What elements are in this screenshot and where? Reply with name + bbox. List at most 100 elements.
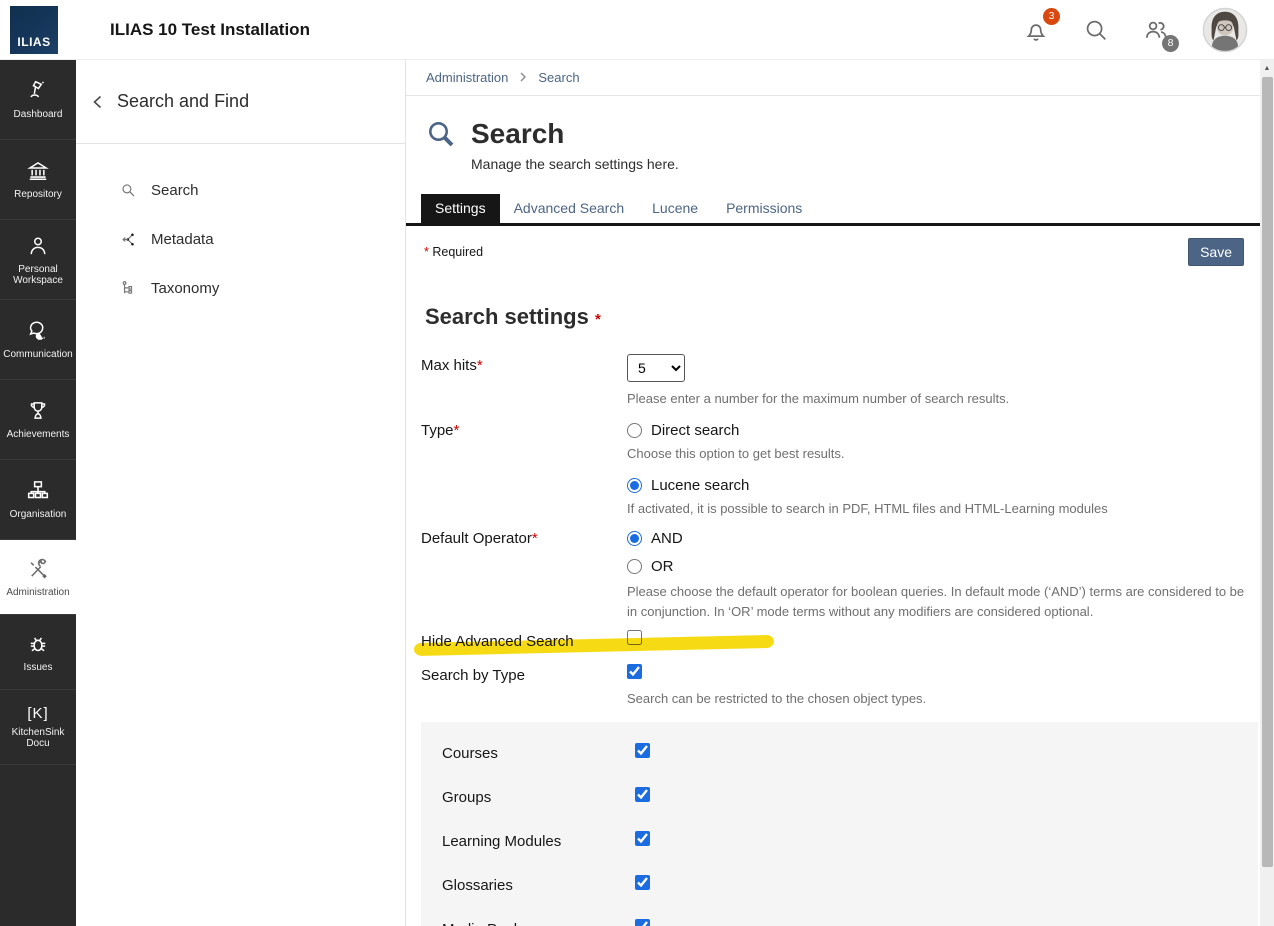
page-header: Search Manage the search settings here. — [406, 96, 1260, 172]
save-button[interactable]: Save — [1188, 238, 1244, 266]
sidebar-item-label: Repository — [14, 189, 62, 201]
slate-item-search[interactable]: Search — [76, 166, 405, 215]
scrollbar-thumb[interactable] — [1262, 77, 1273, 867]
field-search-by-type: Search by Type Search can be restricted … — [421, 664, 1260, 709]
bug-icon — [25, 631, 51, 657]
vertical-scrollbar[interactable]: ▲ — [1260, 60, 1274, 926]
glossaries-checkbox[interactable] — [635, 875, 650, 890]
slate-item-metadata[interactable]: Metadata — [76, 215, 405, 264]
scroll-up-arrow-icon[interactable]: ▲ — [1260, 60, 1274, 76]
and-radio[interactable] — [627, 531, 642, 546]
lucene-search-byline: If activated, it is possible to search i… — [627, 499, 1245, 519]
type-lucene-option[interactable]: Lucene search — [627, 474, 1260, 496]
notifications-button[interactable]: 3 — [1022, 16, 1050, 44]
slate-item-taxonomy[interactable]: Taxonomy — [76, 264, 405, 313]
sidebar-item-label: KitchenSink Docu — [2, 727, 74, 750]
hide-advanced-search-checkbox[interactable] — [627, 630, 642, 645]
dashboard-icon — [25, 78, 51, 104]
object-type-row-media-pools: Media Pools — [421, 907, 1258, 926]
sidebar-item-communication[interactable]: Communication — [0, 300, 76, 380]
tab-bar: Settings Advanced Search Lucene Permissi… — [421, 194, 1260, 223]
max-hits-label: Max hits* — [421, 354, 627, 374]
type-direct-option[interactable]: Direct search — [627, 419, 1260, 441]
glossaries-label: Glossaries — [442, 877, 635, 894]
sidebar-item-kitchensink-docu[interactable]: [K] KitchenSink Docu — [0, 690, 76, 765]
required-note: * Required — [424, 245, 483, 259]
learning-modules-checkbox[interactable] — [635, 831, 650, 846]
breadcrumb-search[interactable]: Search — [538, 70, 579, 85]
search-icon — [1082, 16, 1110, 44]
default-operator-label: Default Operator* — [421, 527, 627, 547]
tab-permissions[interactable]: Permissions — [712, 194, 816, 223]
direct-search-radio[interactable] — [627, 423, 642, 438]
sidebar-item-achievements[interactable]: Achievements — [0, 380, 76, 460]
breadcrumb-chevron-icon — [518, 70, 528, 85]
user-avatar[interactable] — [1202, 7, 1248, 53]
search-small-icon — [119, 181, 138, 200]
sidebar-item-label: Personal Workspace — [2, 264, 74, 287]
sidebar-item-label: Issues — [24, 662, 53, 674]
search-by-type-checkbox[interactable] — [627, 664, 642, 679]
hide-advanced-search-label: Hide Advanced Search — [421, 630, 627, 650]
achievements-icon — [25, 398, 51, 424]
field-type: Type* Direct search Choose this option t… — [421, 419, 1260, 519]
search-by-type-byline: Search can be restricted to the chosen o… — [627, 689, 1245, 709]
repository-icon — [25, 158, 51, 184]
courses-label: Courses — [442, 745, 635, 762]
lucene-search-radio[interactable] — [627, 478, 642, 493]
breadcrumb: Administration Search — [406, 60, 1260, 96]
top-bar: ILIAS ILIAS 10 Test Installation 3 8 — [0, 0, 1274, 60]
sidebar-item-organisation[interactable]: Organisation — [0, 460, 76, 540]
page-title: Search — [471, 118, 564, 150]
personal-workspace-icon — [25, 233, 51, 259]
taxonomy-icon — [119, 279, 138, 298]
sidebar-item-label: Administration — [6, 587, 69, 599]
installation-title: ILIAS 10 Test Installation — [110, 20, 310, 40]
field-default-operator: Default Operator* AND OR Please choose t… — [421, 527, 1260, 622]
object-type-row-courses: Courses — [421, 731, 1258, 775]
main-content: Administration Search Search Manage the … — [405, 60, 1260, 926]
topbar-actions: 3 8 — [1022, 7, 1248, 53]
slate-item-label: Metadata — [151, 231, 214, 248]
sidebar-item-label: Organisation — [10, 509, 67, 521]
media-pools-checkbox[interactable] — [635, 919, 650, 926]
sidebar-item-dashboard[interactable]: Dashboard — [0, 60, 76, 140]
object-types-panel: Courses Groups Learning Modules Glossari… — [421, 722, 1258, 926]
media-pools-label: Media Pools — [442, 921, 635, 926]
sidebar-item-label: Achievements — [7, 429, 70, 441]
sidebar-item-personal-workspace[interactable]: Personal Workspace — [0, 220, 76, 300]
operator-or-option[interactable]: OR — [627, 555, 1260, 577]
field-max-hits: Max hits* 5 Please enter a number for th… — [421, 354, 1260, 409]
object-type-row-glossaries: Glossaries — [421, 863, 1258, 907]
search-button[interactable] — [1082, 16, 1110, 44]
max-hits-byline: Please enter a number for the maximum nu… — [627, 389, 1245, 409]
ilias-logo-text: ILIAS — [17, 35, 50, 54]
groups-checkbox[interactable] — [635, 787, 650, 802]
page-search-icon — [425, 118, 457, 150]
ilias-logo[interactable]: ILIAS — [10, 6, 58, 54]
page-subtitle: Manage the search settings here. — [471, 156, 1260, 172]
field-hide-advanced-search: Hide Advanced Search — [421, 630, 1260, 654]
learning-modules-label: Learning Modules — [442, 833, 635, 850]
sidebar-item-label: Communication — [3, 349, 72, 361]
slate-back-header[interactable]: Search and Find — [76, 60, 405, 144]
breadcrumb-administration[interactable]: Administration — [426, 70, 508, 85]
max-hits-select[interactable]: 5 — [627, 354, 685, 382]
metadata-icon — [119, 230, 138, 249]
sidebar-item-repository[interactable]: Repository — [0, 140, 76, 220]
sidebar-item-issues[interactable]: Issues — [0, 615, 76, 690]
courses-checkbox[interactable] — [635, 743, 650, 758]
tab-settings[interactable]: Settings — [421, 194, 500, 223]
organisation-icon — [25, 478, 51, 504]
operator-and-option[interactable]: AND — [627, 527, 1260, 549]
who-is-online-button[interactable]: 8 — [1142, 16, 1170, 44]
default-operator-byline: Please choose the default operator for b… — [627, 582, 1245, 622]
tab-advanced-search[interactable]: Advanced Search — [500, 194, 639, 223]
kitchensink-icon: [K] — [27, 705, 48, 722]
and-label: AND — [651, 530, 683, 547]
sidebar-item-administration[interactable]: Administration — [0, 540, 76, 615]
online-users-badge: 8 — [1162, 35, 1179, 52]
tab-lucene[interactable]: Lucene — [638, 194, 712, 223]
slate-item-label: Search — [151, 182, 199, 199]
or-radio[interactable] — [627, 559, 642, 574]
